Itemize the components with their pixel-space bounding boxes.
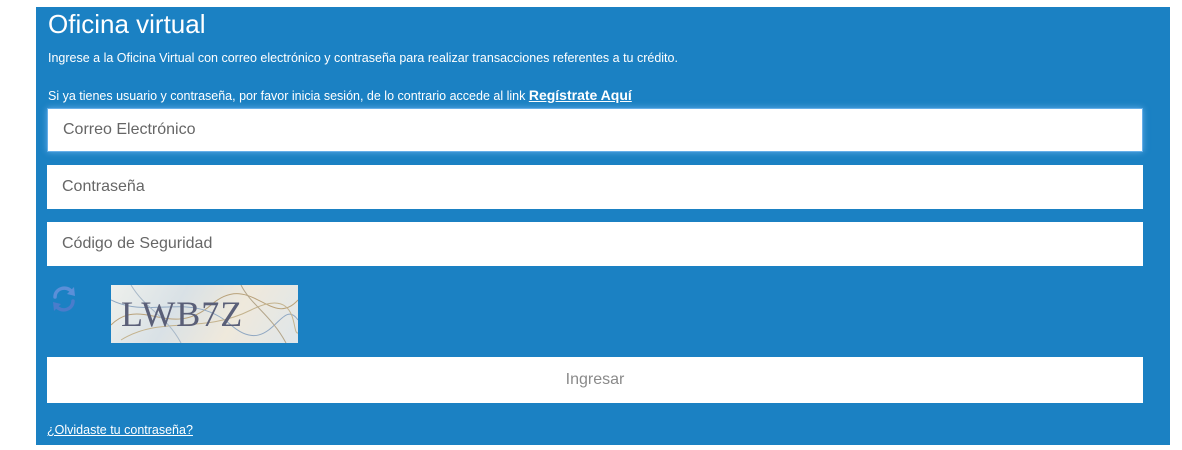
login-panel: Oficina virtual Ingrese a la Oficina Vir… <box>36 7 1170 445</box>
session-note-text: Si ya tienes usuario y contraseña, por f… <box>48 89 526 103</box>
page-title: Oficina virtual <box>48 9 206 39</box>
refresh-icon[interactable] <box>50 282 78 316</box>
email-field[interactable] <box>47 108 1143 152</box>
password-field[interactable] <box>47 165 1143 209</box>
captcha-image: LWB7Z <box>111 285 298 343</box>
login-button[interactable]: Ingresar <box>47 357 1143 403</box>
session-note: Si ya tienes usuario y contraseña, por f… <box>48 86 632 105</box>
intro-text: Ingrese a la Oficina Virtual con correo … <box>48 51 678 65</box>
security-code-field[interactable] <box>47 222 1143 266</box>
forgot-password-link[interactable]: ¿Olvidaste tu contraseña? <box>47 423 193 437</box>
captcha-text: LWB7Z <box>121 294 244 334</box>
register-link[interactable]: Regístrate Aquí <box>529 87 632 103</box>
